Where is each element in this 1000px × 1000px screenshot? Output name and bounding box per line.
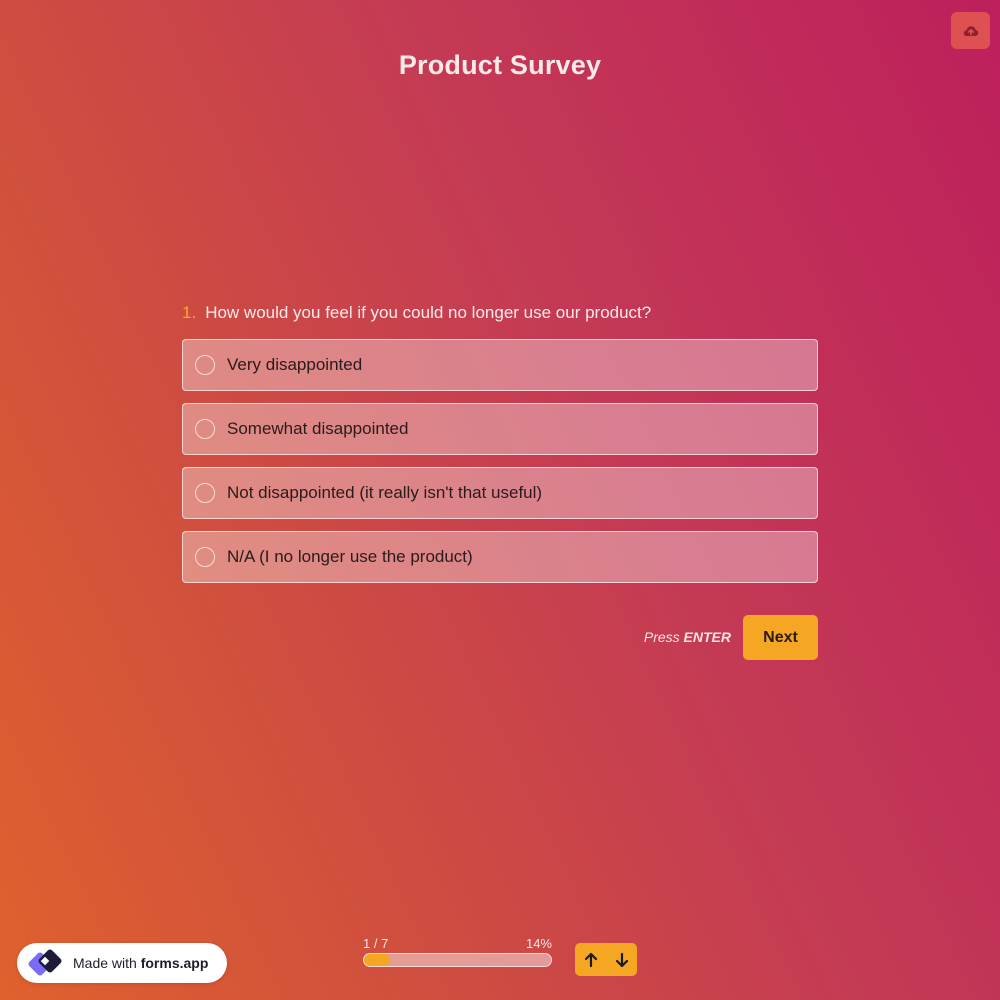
answer-options: Very disappointed Somewhat disappointed … [182, 339, 818, 595]
cloud-upload-icon [963, 25, 978, 36]
radio-icon[interactable] [195, 355, 215, 375]
option-very-disappointed[interactable]: Very disappointed [182, 339, 818, 391]
forms-app-logo-icon [28, 949, 62, 976]
question-heading: 1. How would you feel if you could no lo… [182, 303, 818, 323]
press-label: Press [643, 629, 680, 645]
option-label: N/A (I no longer use the product) [227, 547, 473, 566]
badge-prefix: Made with [73, 955, 137, 971]
progress-bar [363, 953, 552, 967]
made-with-badge[interactable]: Made with forms.app [17, 943, 227, 983]
previous-question-button[interactable] [575, 943, 606, 976]
badge-text: Made with forms.app [73, 955, 208, 971]
arrow-up-icon [584, 952, 597, 967]
next-question-button[interactable] [606, 943, 637, 976]
save-progress-button[interactable] [951, 12, 990, 49]
progress-count: 1 / 7 [363, 936, 389, 951]
form-title: Product Survey [398, 50, 602, 80]
enter-key-label: ENTER [683, 629, 731, 645]
radio-icon[interactable] [195, 419, 215, 439]
question-number: 1. [182, 303, 197, 322]
press-enter-hint: Press ENTER [620, 629, 731, 645]
question-text: How would you feel if you could no longe… [205, 303, 652, 322]
option-label: Not disappointed (it really isn't that u… [227, 483, 543, 502]
progress-percent: 14% [525, 936, 552, 951]
option-not-applicable[interactable]: N/A (I no longer use the product) [182, 531, 818, 583]
next-button[interactable]: Next [743, 615, 818, 660]
option-label: Very disappointed [227, 355, 363, 374]
radio-icon[interactable] [195, 547, 215, 567]
question-navigation [575, 943, 637, 976]
option-label: Somewhat disappointed [227, 419, 409, 438]
option-somewhat-disappointed[interactable]: Somewhat disappointed [182, 403, 818, 455]
badge-brand: forms.app [140, 955, 209, 971]
progress-bar-fill [364, 954, 391, 966]
radio-icon[interactable] [195, 483, 215, 503]
option-not-disappointed[interactable]: Not disappointed (it really isn't that u… [182, 467, 818, 519]
arrow-down-icon [615, 952, 628, 967]
